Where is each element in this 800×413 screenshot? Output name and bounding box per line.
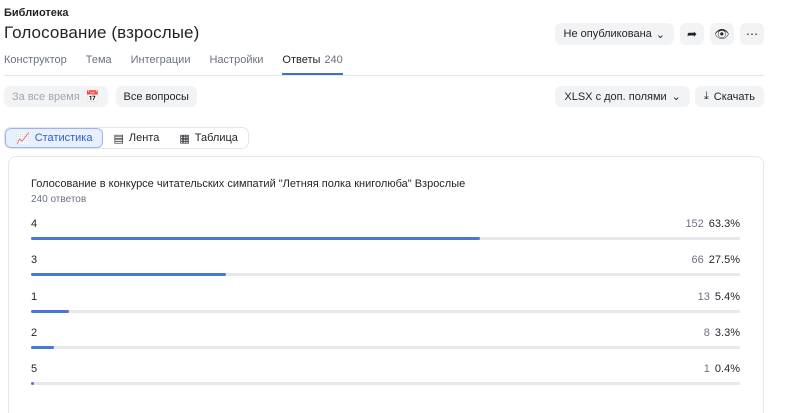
option-count: 66: [691, 254, 704, 266]
chart-line-icon: 📈: [16, 132, 30, 145]
more-dots-icon: ⋯: [746, 27, 758, 41]
option-bar-track: [31, 346, 740, 349]
tab-constructor[interactable]: Конструктор: [4, 54, 67, 75]
more-button[interactable]: ⋯: [740, 23, 764, 45]
option-count: 13: [697, 291, 710, 303]
chevron-down-icon: ⌄: [671, 91, 681, 103]
download-button[interactable]: ⤓ Скачать: [694, 86, 764, 107]
export-format-label: XLSX с доп. полями: [564, 90, 667, 103]
questions-filter-label: Все вопросы: [123, 90, 189, 103]
view-stats[interactable]: 📈 Статистика: [5, 128, 104, 148]
option-percent: 63.3%: [708, 218, 740, 230]
view-stats-label: Статистика: [34, 132, 93, 144]
option-bar-track: [31, 310, 740, 313]
option-label: 4: [31, 218, 38, 230]
option-stats: 152 63.3%: [685, 218, 740, 230]
tab-settings[interactable]: Настройки: [209, 54, 263, 75]
option-stats: 1 0.4%: [704, 363, 740, 375]
chevron-down-icon: ⌄: [655, 28, 665, 41]
option-label: 2: [31, 327, 38, 339]
tab-answers-label: Ответы: [282, 54, 321, 66]
period-filter[interactable]: За все время 📅: [4, 86, 108, 107]
questions-filter[interactable]: Все вопросы: [115, 86, 197, 107]
option-percent: 27.5%: [708, 254, 740, 266]
option-bar-track: [31, 273, 740, 276]
question-response-count: 240 ответов: [31, 194, 87, 205]
eye-icon: 👁: [714, 27, 730, 41]
list-icon: ▤: [113, 132, 124, 145]
option-count: 152: [685, 218, 704, 230]
tabs-bar: Конструктор Тема Интеграции Настройки От…: [4, 54, 764, 76]
option-bar-fill: [31, 346, 55, 349]
option-count: 8: [703, 327, 710, 339]
breadcrumb[interactable]: Библиотека: [4, 7, 69, 19]
view-table[interactable]: ▦ Таблица: [169, 128, 248, 148]
preview-button[interactable]: 👁: [710, 23, 734, 45]
view-table-label: Таблица: [194, 132, 238, 144]
option-percent: 5.4%: [714, 291, 740, 303]
option-stats: 8 3.3%: [704, 327, 740, 339]
page-title: Голосование (взрослые): [4, 23, 200, 42]
option-label: 1: [31, 291, 38, 303]
view-feed-label: Лента: [128, 132, 160, 144]
share-icon: ➦: [686, 27, 698, 41]
list-item: 1 13 5.4%: [31, 291, 740, 315]
table-icon: ▦: [179, 132, 190, 145]
tab-theme[interactable]: Тема: [86, 54, 112, 75]
share-button[interactable]: ➦: [680, 23, 704, 45]
export-tools: XLSX с доп. полями ⌄ ⤓ Скачать: [555, 86, 764, 107]
tab-answers[interactable]: Ответы 240: [282, 54, 343, 75]
header-actions: Не опубликована ⌄ ➦ 👁 ⋯: [554, 23, 764, 45]
tab-integrations[interactable]: Интеграции: [131, 54, 191, 75]
download-icon: ⤓: [703, 90, 709, 102]
list-item: 4 152 63.3%: [31, 218, 740, 242]
option-label: 5: [31, 363, 38, 375]
list-item: 3 66 27.5%: [31, 254, 740, 278]
option-stats: 13 5.4%: [698, 291, 740, 303]
publish-status-dropdown[interactable]: Не опубликована ⌄: [554, 23, 674, 45]
option-bar-fill: [31, 310, 70, 313]
question-title: Голосование в конкурсе читательских симп…: [31, 178, 466, 190]
view-feed[interactable]: ▤ Лента: [103, 128, 169, 148]
option-bar-track: [31, 237, 740, 240]
option-bar-track: [31, 382, 740, 385]
export-format-dropdown[interactable]: XLSX с доп. полями ⌄: [555, 86, 690, 107]
filters: За все время 📅 Все вопросы: [4, 86, 197, 107]
option-count: 1: [703, 363, 710, 375]
tab-answers-count: 240: [324, 54, 343, 66]
option-percent: 0.4%: [714, 363, 740, 375]
option-bar-fill: [31, 273, 226, 276]
option-stats: 66 27.5%: [692, 254, 740, 266]
publish-status-label: Не опубликована: [563, 28, 652, 40]
period-filter-label: За все время: [12, 90, 80, 103]
option-percent: 3.3%: [714, 327, 740, 339]
option-bar-fill: [31, 382, 34, 385]
option-label: 3: [31, 254, 38, 266]
option-bar-fill: [31, 237, 480, 240]
download-label: Скачать: [713, 90, 755, 103]
question-stats-card: Голосование в конкурсе читательских симп…: [8, 156, 764, 413]
list-item: 5 1 0.4%: [31, 363, 740, 387]
calendar-icon: 📅: [85, 91, 100, 103]
view-switcher: 📈 Статистика ▤ Лента ▦ Таблица: [4, 127, 249, 149]
list-item: 2 8 3.3%: [31, 327, 740, 351]
